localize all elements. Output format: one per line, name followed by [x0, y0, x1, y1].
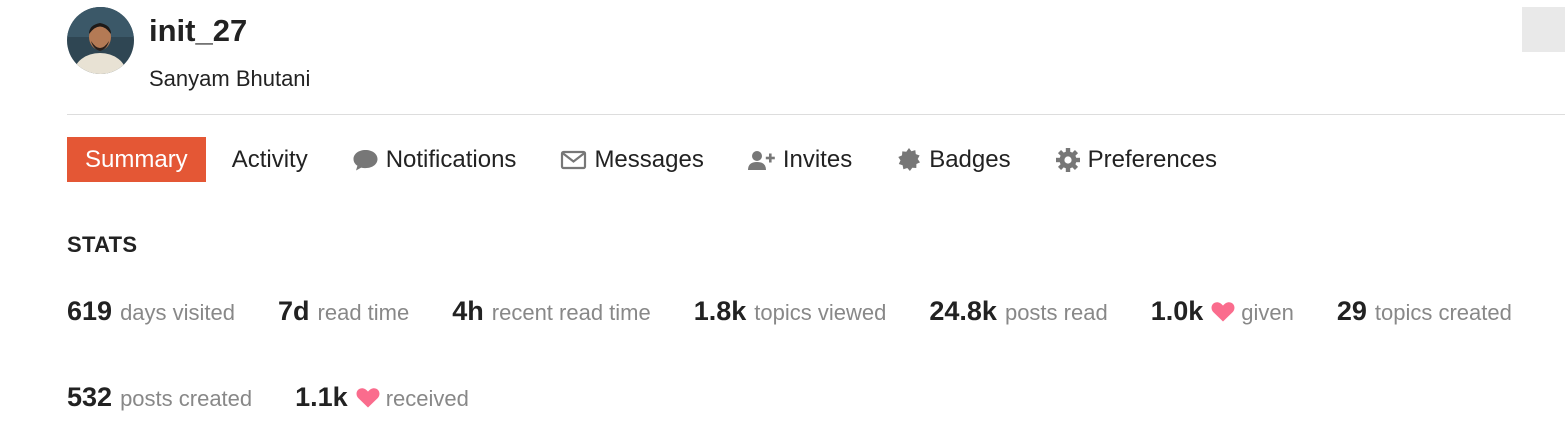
stat-label: posts created	[120, 386, 253, 411]
stat-posts-read: 24.8k posts read	[929, 296, 1107, 327]
tab-notifications[interactable]: Notifications	[334, 137, 535, 182]
heart-icon	[356, 387, 380, 408]
heart-icon	[1211, 301, 1235, 322]
certificate-icon	[896, 147, 922, 173]
tab-preferences[interactable]: Preferences	[1037, 137, 1235, 182]
stats-row: 532 posts created 1.1k received	[67, 382, 512, 413]
tab-messages[interactable]: Messages	[542, 137, 721, 182]
tab-badges-label: Badges	[929, 145, 1011, 173]
stat-value: 619	[67, 296, 113, 326]
gear-icon	[1055, 147, 1081, 173]
full-name: Sanyam Bhutani	[149, 66, 311, 91]
tab-summary[interactable]: Summary	[67, 137, 206, 182]
avatar[interactable]	[67, 7, 134, 74]
stat-label: given	[1241, 300, 1294, 325]
stat-label: topics created	[1374, 300, 1512, 325]
stat-value: 1.8k	[693, 296, 747, 326]
stat-likes-given: 1.0k given	[1151, 296, 1294, 327]
stat-read-time: 7d read time	[278, 296, 409, 327]
tab-invites-label: Invites	[782, 145, 853, 173]
header-divider	[67, 114, 1565, 115]
envelope-icon	[560, 149, 587, 171]
comment-icon	[352, 148, 379, 172]
stat-label: read time	[317, 300, 410, 325]
stat-value: 4h	[452, 296, 484, 326]
tab-notifications-label: Notifications	[385, 145, 517, 173]
stat-label: topics viewed	[754, 300, 887, 325]
stat-posts-created: 532 posts created	[67, 382, 252, 413]
stat-value: 24.8k	[929, 296, 997, 326]
stat-value: 29	[1336, 296, 1367, 326]
stat-value: 532	[67, 382, 113, 412]
tab-preferences-label: Preferences	[1087, 145, 1218, 173]
tab-invites[interactable]: Invites	[730, 137, 870, 182]
stats-row: 619 days visited 7d read time 4h recent …	[67, 296, 1512, 327]
username: init_27	[149, 13, 248, 48]
stat-topics-created: 29 topics created	[1337, 296, 1512, 327]
tab-badges[interactable]: Badges	[878, 137, 1028, 182]
tab-messages-label: Messages	[594, 145, 704, 173]
stat-label: days visited	[120, 300, 236, 325]
tab-activity-label: Activity	[231, 145, 308, 173]
user-plus-icon	[747, 149, 776, 171]
profile-nav: Summary Activity Notifications Messages …	[67, 137, 1243, 182]
stat-topics-viewed: 1.8k topics viewed	[694, 296, 887, 327]
stat-value: 1.0k	[1150, 296, 1204, 326]
profile-background-placeholder	[1522, 7, 1565, 52]
tab-activity[interactable]: Activity	[214, 137, 326, 182]
stat-label: recent read time	[491, 300, 651, 325]
stat-days-visited: 619 days visited	[67, 296, 235, 327]
stat-label: posts read	[1004, 300, 1108, 325]
stat-value: 7d	[278, 296, 310, 326]
stats-heading: STATS	[67, 232, 138, 257]
stat-recent-read-time: 4h recent read time	[452, 296, 650, 327]
stat-likes-received: 1.1k received	[295, 382, 469, 413]
tab-summary-label: Summary	[85, 145, 188, 173]
stat-value: 1.1k	[295, 382, 348, 412]
stat-label: received	[385, 386, 469, 411]
avatar-image	[67, 7, 134, 74]
